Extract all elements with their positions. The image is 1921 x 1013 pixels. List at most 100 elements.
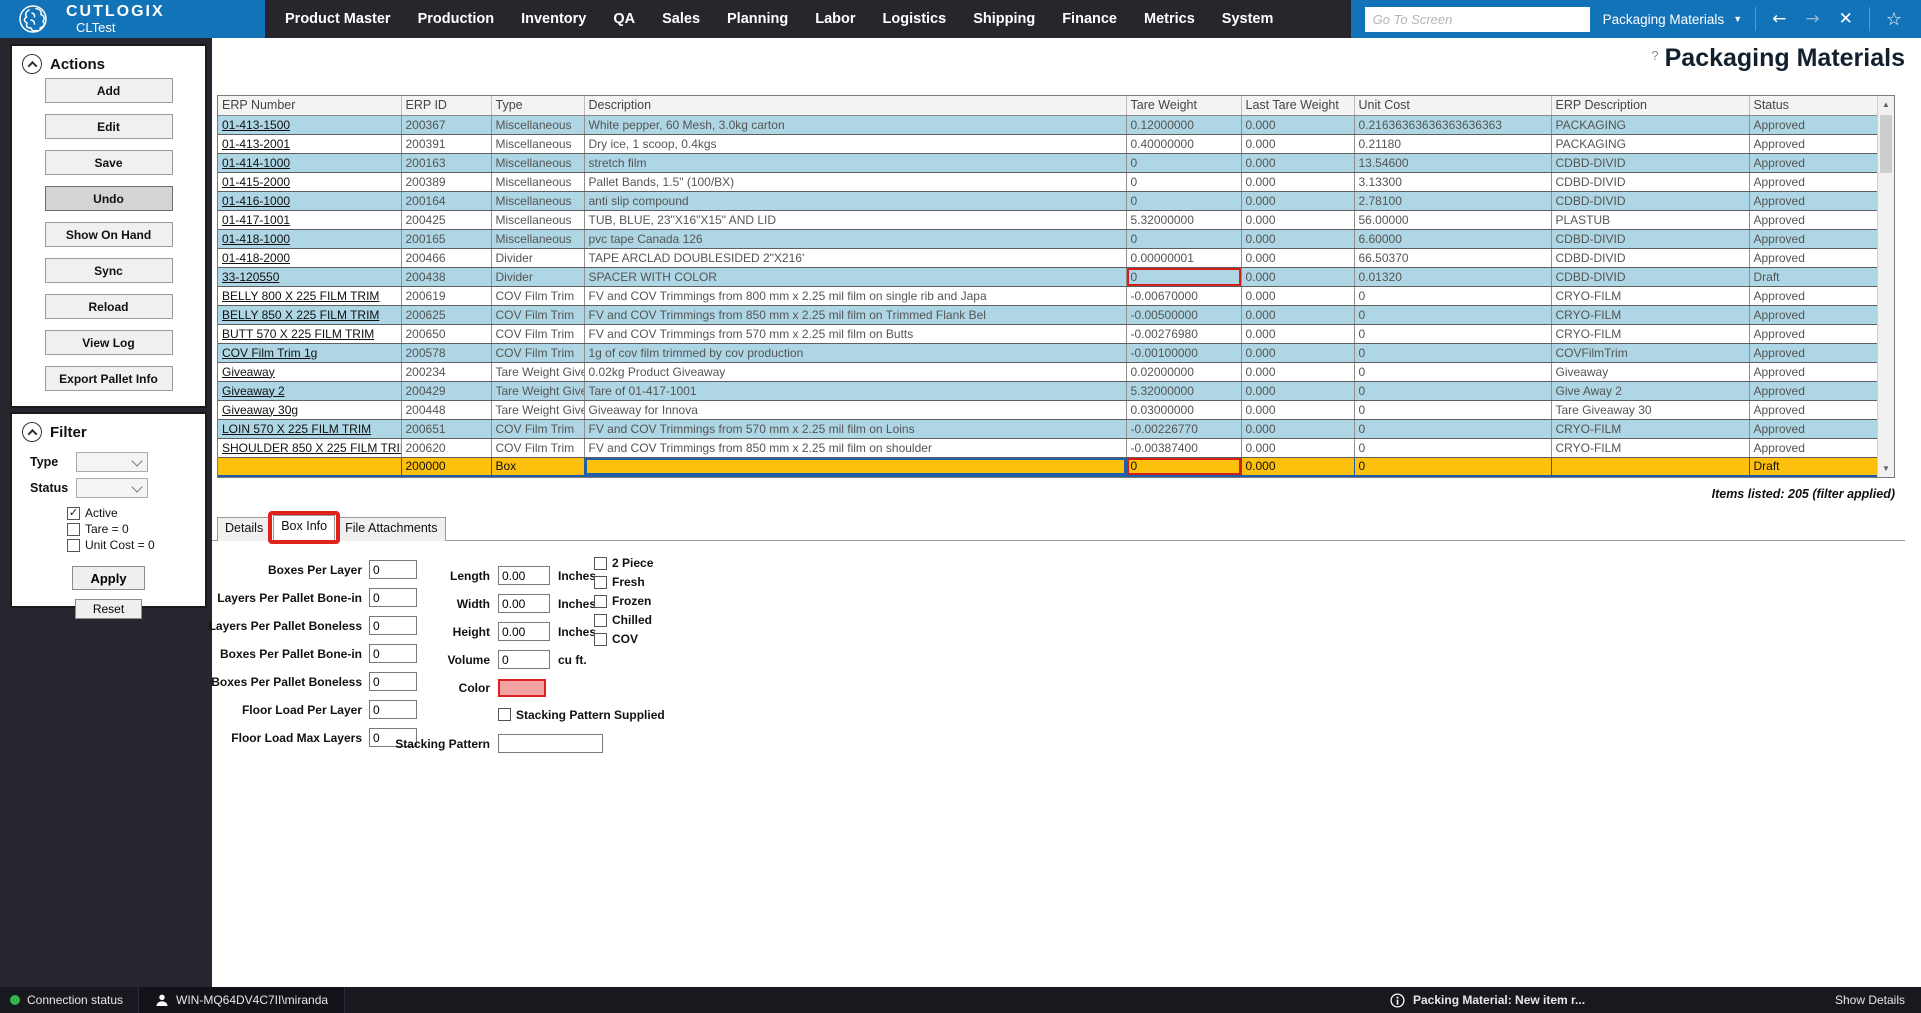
erp-number-link[interactable]: COV Film Trim 1g	[222, 346, 317, 360]
table-row[interactable]: 01-414-1000 200163 Miscellaneous stretch fi…	[218, 153, 1880, 173]
stacking-pattern-input[interactable]	[498, 734, 603, 753]
menu-item-system[interactable]: System	[1222, 11, 1274, 27]
menu-item-metrics[interactable]: Metrics	[1144, 11, 1195, 27]
flag-checkbox-2-piece[interactable]: 2 Piece	[594, 556, 653, 570]
table-row[interactable]: LOIN 570 X 225 FILM TRIM 200651 COV Film T…	[218, 419, 1880, 439]
table-row[interactable]: BELLY 850 X 225 FILM TRIM 200625 COV Film …	[218, 305, 1880, 325]
save-button[interactable]: Save	[44, 150, 173, 175]
show-on-hand-button[interactable]: Show On Hand	[44, 222, 173, 247]
checkbox-icon[interactable]	[67, 522, 80, 536]
table-row[interactable]: Giveaway 2 200429Tare Weight GiveawayTare…	[218, 381, 1880, 401]
column-header-description[interactable]: Description	[584, 96, 1127, 116]
checkbox-icon[interactable]	[594, 575, 607, 589]
checkbox-icon[interactable]	[594, 632, 607, 646]
erp-number-link[interactable]: 01-418-1000	[222, 232, 290, 246]
width-input[interactable]	[498, 594, 550, 613]
table-row[interactable]: 01-416-1000 200164 Miscellaneous anti slip …	[218, 191, 1880, 211]
menu-item-logistics[interactable]: Logistics	[883, 11, 947, 27]
erp-number-link[interactable]: 33-120550	[222, 270, 279, 284]
checkbox-icon[interactable]	[67, 538, 80, 552]
height-input[interactable]	[498, 622, 550, 641]
menu-item-sales[interactable]: Sales	[662, 11, 700, 27]
erp-number-link[interactable]: BELLY 800 X 225 FILM TRIM	[222, 289, 379, 303]
table-row[interactable]: 01-418-2000 200466 Divider TAPE ARCLAD DOUB…	[218, 248, 1880, 268]
table-row[interactable]: Giveaway 200234Tare Weight Giveaway0.02kg…	[218, 362, 1880, 382]
scroll-down-arrow[interactable]: ▼	[1878, 460, 1894, 477]
menu-item-finance[interactable]: Finance	[1062, 11, 1117, 27]
erp-number-link[interactable]: 01-413-1500	[222, 118, 290, 132]
notification-message[interactable]: Packing Material: New item r...	[1390, 992, 1585, 1008]
column-header-type[interactable]: Type	[491, 96, 585, 116]
column-header-status[interactable]: Status	[1749, 96, 1880, 116]
length-input[interactable]	[498, 566, 550, 585]
menu-item-product-master[interactable]: Product Master	[285, 11, 391, 27]
collapse-actions-button[interactable]	[22, 54, 42, 74]
table-row[interactable]: 200000 Box 0 0.000 0 Draft	[218, 456, 1880, 477]
table-row[interactable]: SHOULDER 850 X 225 FILM TRIM 200620 COV Fi…	[218, 438, 1880, 458]
status-filter-dropdown[interactable]	[76, 478, 148, 498]
tab-box-info[interactable]: Box Info	[268, 511, 340, 544]
erp-number-link[interactable]: LOIN 570 X 225 FILM TRIM	[222, 422, 371, 436]
checkbox-icon[interactable]	[594, 613, 607, 627]
collapse-filter-button[interactable]	[22, 422, 42, 442]
erp-number-link[interactable]: 01-417-1001	[222, 213, 290, 227]
flag-checkbox-chilled[interactable]: Chilled	[594, 613, 653, 627]
table-row[interactable]: BUTT 570 X 225 FILM TRIM 200650 COV Film T…	[218, 324, 1880, 344]
menu-item-inventory[interactable]: Inventory	[521, 11, 586, 27]
column-header-erp-number[interactable]: ERP Number	[218, 96, 402, 116]
table-row[interactable]: 01-415-2000 200389 Miscellaneous Pallet Ban…	[218, 172, 1880, 192]
erp-number-link[interactable]: 01-415-2000	[222, 175, 290, 189]
erp-number-link[interactable]: Giveaway	[222, 365, 275, 379]
filter-checkbox-tare-0[interactable]: Tare = 0	[67, 522, 205, 536]
apply-filter-button[interactable]: Apply	[72, 566, 145, 590]
erp-number-link[interactable]: 01-418-2000	[222, 251, 290, 265]
back-button[interactable]: ←	[1769, 9, 1789, 29]
tab-file-attachments[interactable]: File Attachments	[337, 517, 446, 541]
erp-number-link[interactable]: Giveaway 2	[222, 384, 285, 398]
table-row[interactable]: 01-413-1500 200367 Miscellaneous White pepp…	[218, 115, 1880, 135]
table-row[interactable]: Giveaway 30g 200448Tare Weight GiveawayGi…	[218, 400, 1880, 420]
flag-checkbox-cov[interactable]: COV	[594, 632, 653, 646]
menu-item-planning[interactable]: Planning	[727, 11, 788, 27]
checkbox-icon[interactable]	[594, 556, 607, 570]
view-log-button[interactable]: View Log	[44, 330, 173, 355]
add-button[interactable]: Add	[44, 78, 173, 103]
menu-item-production[interactable]: Production	[418, 11, 495, 27]
flag-checkbox-frozen[interactable]: Frozen	[594, 594, 653, 608]
stacking-pattern-supplied-checkbox[interactable]: Stacking Pattern Supplied	[498, 708, 665, 722]
edit-button[interactable]: Edit	[44, 114, 173, 139]
tab-details[interactable]: Details	[217, 517, 272, 541]
screen-selector-dropdown[interactable]: Packaging Materials ▼	[1603, 12, 1742, 27]
forward-button[interactable]: →	[1802, 9, 1822, 29]
table-row[interactable]: 01-418-1000 200165 Miscellaneous pvc tape C…	[218, 229, 1880, 249]
column-header-tare-weight[interactable]: Tare Weight	[1126, 96, 1242, 116]
volume-input[interactable]	[498, 650, 550, 669]
table-row[interactable]: COV Film Trim 1g 200578 COV Film Trim 1g of…	[218, 343, 1880, 363]
scroll-up-arrow[interactable]: ▲	[1878, 96, 1894, 113]
erp-number-link[interactable]: SHOULDER 850 X 225 FILM TRIM	[222, 441, 400, 455]
erp-number-link[interactable]: 01-413-2001	[222, 137, 290, 151]
go-to-screen-input[interactable]	[1364, 6, 1590, 32]
vertical-scrollbar[interactable]: ▲ ▼	[1877, 96, 1894, 477]
menu-item-qa[interactable]: QA	[613, 11, 635, 27]
filter-checkbox-unit-cost-0[interactable]: Unit Cost = 0	[67, 538, 205, 552]
erp-number-link[interactable]: BUTT 570 X 225 FILM TRIM	[222, 327, 374, 341]
checkbox-icon[interactable]: ✓	[67, 506, 80, 520]
color-swatch[interactable]	[498, 678, 546, 697]
flag-checkbox-fresh[interactable]: Fresh	[594, 575, 653, 589]
sync-button[interactable]: Sync	[44, 258, 173, 283]
erp-number-link[interactable]: 01-414-1000	[222, 156, 290, 170]
table-row[interactable]: 33-120550 200438 Divider SPACER WITH COLOR 0…	[218, 267, 1880, 287]
table-row[interactable]: 01-417-1001 200425 Miscellaneous TUB, BLUE,…	[218, 210, 1880, 230]
close-screen-button[interactable]: ✕	[1836, 9, 1856, 29]
column-header-last-tare-weight[interactable]: Last Tare Weight	[1241, 96, 1355, 116]
column-header-erp-description[interactable]: ERP Description	[1551, 96, 1750, 116]
filter-checkbox-active[interactable]: ✓ Active	[67, 506, 205, 520]
reload-button[interactable]: Reload	[44, 294, 173, 319]
undo-button[interactable]: Undo	[44, 186, 173, 211]
column-header-unit-cost[interactable]: Unit Cost	[1354, 96, 1552, 116]
table-row[interactable]: 01-413-2001 200391 Miscellaneous Dry ice, 1…	[218, 134, 1880, 154]
erp-number-link[interactable]: BELLY 850 X 225 FILM TRIM	[222, 308, 379, 322]
checkbox-icon[interactable]	[594, 594, 607, 608]
checkbox-icon[interactable]	[498, 708, 511, 721]
